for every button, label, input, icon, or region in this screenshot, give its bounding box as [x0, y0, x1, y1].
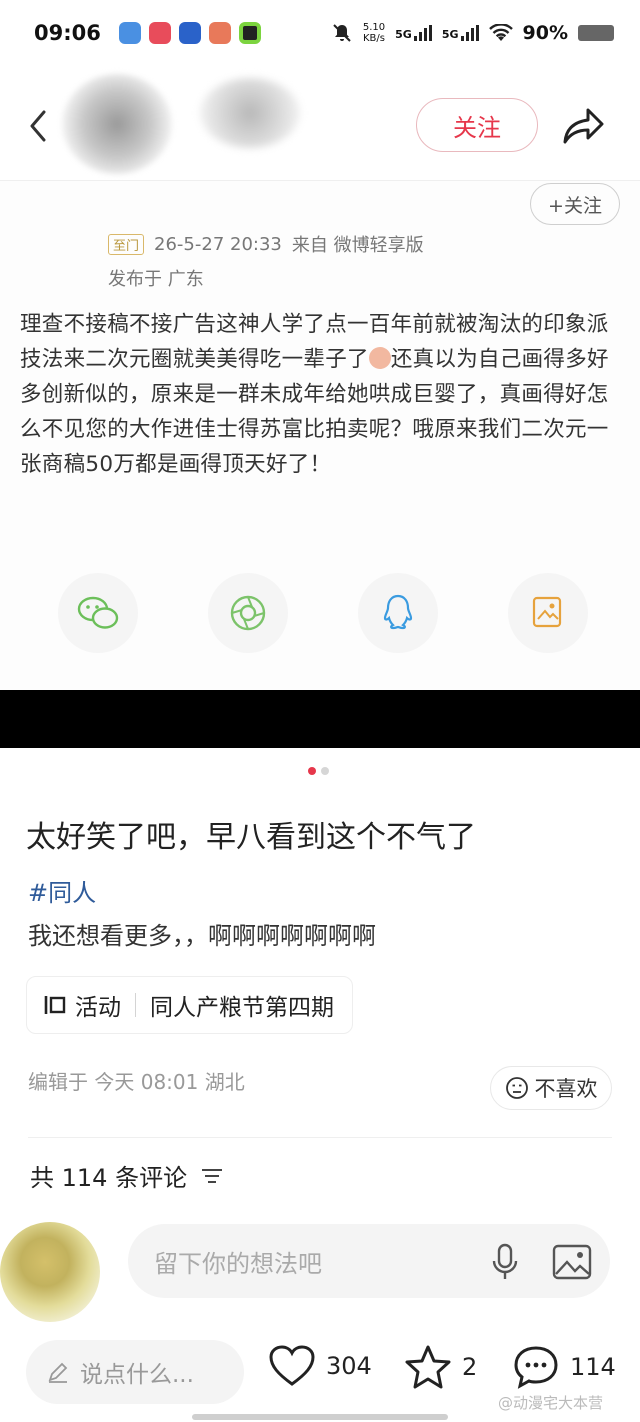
activity-label: 活动 — [75, 995, 121, 1021]
activity-name: 同人产粮节第四期 — [150, 995, 334, 1021]
qq-penguin-icon — [383, 594, 413, 630]
page-dot-active[interactable] — [308, 767, 316, 775]
speed-unit: KB/s — [363, 33, 385, 44]
image-pagination — [308, 767, 329, 775]
edit-meta: 编辑于 今天 08:01 湖北 — [28, 1070, 245, 1094]
battery-icon — [578, 25, 614, 41]
black-band — [0, 690, 640, 748]
like-count: 304 — [326, 1352, 372, 1380]
activity-tag[interactable]: 活动 同人产粮节第四期 — [26, 976, 353, 1034]
weibo-share-row — [58, 573, 588, 653]
page-dot[interactable] — [321, 767, 329, 775]
like-button[interactable]: 304 — [268, 1344, 372, 1388]
app-notification-icon — [208, 22, 231, 44]
activity-flag-icon — [44, 996, 66, 1014]
status-right: 5.10 KB/s 5G 5G 90% — [331, 22, 614, 44]
post-title: 太好笑了吧，早八看到这个不气了 — [26, 820, 476, 855]
share-arrow-icon[interactable] — [560, 104, 608, 146]
weibo-source: 来自 微博轻享版 — [291, 235, 424, 256]
app-notification-icon — [178, 22, 201, 44]
comment-bubble-icon — [514, 1346, 558, 1389]
avatar-blurred[interactable] — [62, 74, 172, 174]
username-blurred[interactable] — [200, 78, 300, 148]
speed-value: 5.10 — [362, 22, 386, 33]
signal-bars-icon — [413, 25, 432, 41]
user-avatar[interactable] — [0, 1222, 100, 1322]
comment-button[interactable]: 114 — [512, 1344, 616, 1390]
comment-count: 共 114 条评论 — [30, 1164, 188, 1192]
home-indicator[interactable] — [192, 1414, 448, 1420]
dislike-label: 不喜欢 — [534, 1077, 598, 1101]
wechat-icon — [77, 596, 119, 629]
microphone-icon[interactable] — [488, 1242, 522, 1282]
image-picker-icon[interactable] — [552, 1244, 592, 1280]
dislike-button[interactable]: 不喜欢 — [490, 1066, 612, 1110]
back-arrow-icon[interactable] — [24, 106, 52, 146]
app-notification-icon — [148, 22, 171, 44]
network-speed: 5.10 KB/s — [363, 22, 385, 44]
comment-total: 114 — [570, 1353, 616, 1381]
comment-placeholder: 留下你的想法吧 — [154, 1249, 322, 1278]
save-image-icon — [532, 596, 562, 628]
comment-count-header: 共 114 条评论 — [30, 1158, 223, 1193]
wifi-icon — [488, 24, 513, 41]
emoji-icon — [368, 347, 391, 369]
signal-2: 5G — [442, 25, 479, 41]
share-moments — [208, 573, 288, 653]
weibo-body-text: 理查不接稿不接广告这神人学了点一百年前就被淘汰的印象派技法来二次元圈就美美得吃一… — [20, 307, 624, 482]
signal-1: 5G — [395, 25, 432, 41]
weibo-location: 发布于 广东 — [108, 269, 204, 290]
say-placeholder: 说点什么... — [80, 1362, 194, 1388]
network-type: 5G — [441, 28, 459, 41]
sort-filter-icon[interactable] — [201, 1167, 223, 1185]
share-save-image — [508, 573, 588, 653]
embedded-weibo-screenshot[interactable]: +关注 ⾄门 26-5-27 20:33 来自 微博轻享版 发布于 广东 理查不… — [0, 180, 640, 690]
mute-bell-icon — [333, 24, 351, 42]
signal-bars-icon — [460, 25, 479, 41]
app-notification-icon — [118, 22, 141, 44]
share-qq — [358, 573, 438, 653]
pencil-icon — [48, 1362, 68, 1383]
weibo-datetime: 26-5-27 20:33 — [154, 233, 282, 255]
frown-face-icon — [505, 1077, 528, 1099]
member-badge: ⾄门 — [108, 233, 145, 255]
battery-percent: 90% — [522, 22, 568, 44]
app-notification-icon — [238, 22, 261, 44]
network-type: 5G — [395, 28, 412, 41]
follow-button[interactable]: 关注 — [416, 98, 538, 152]
say-something-input[interactable]: 说点什么... — [26, 1340, 244, 1404]
top-nav-bar: 关注 — [0, 66, 640, 184]
weibo-meta-line: ⾄门 26-5-27 20:33 来自 微博轻享版 — [108, 231, 424, 257]
status-app-icons — [118, 22, 261, 44]
watermark: @动漫宅大本营 — [498, 1394, 604, 1412]
comment-input[interactable]: 留下你的想法吧 — [128, 1224, 610, 1298]
heart-icon — [269, 1345, 315, 1386]
moments-aperture-icon — [230, 595, 266, 631]
share-wechat — [58, 573, 138, 653]
activity-separator — [135, 993, 136, 1017]
star-button[interactable]: 2 — [404, 1344, 477, 1390]
hashtag-link[interactable]: #同人 — [28, 873, 96, 908]
status-time: 09:06 — [34, 21, 101, 45]
post-body: 我还想看更多，，啊啊啊啊啊啊啊 — [28, 922, 376, 950]
weibo-follow-button: +关注 — [530, 183, 620, 225]
star-icon — [405, 1345, 451, 1389]
star-count: 2 — [462, 1353, 478, 1381]
status-bar: 09:06 5.10 KB/s 5G 5G 90% — [0, 0, 640, 66]
divider — [28, 1137, 612, 1138]
